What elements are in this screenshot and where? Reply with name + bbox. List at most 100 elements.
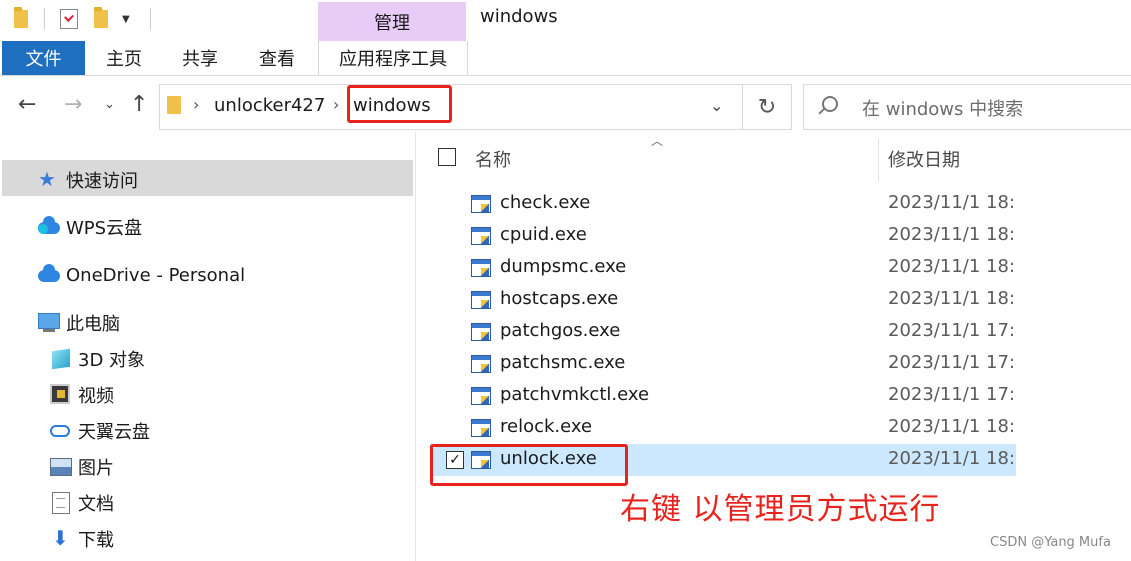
- file-row[interactable]: dumpsmc.exe 2023/11/1 18:1: [430, 252, 1016, 284]
- breadcrumb-unlocker427[interactable]: unlocker427: [214, 95, 325, 116]
- nav-item-label: OneDrive - Personal: [66, 264, 246, 286]
- file-row[interactable]: patchsmc.exe 2023/11/1 17:4: [430, 348, 1016, 380]
- executable-icon: [471, 355, 491, 373]
- file-date: 2023/11/1 17:4: [888, 384, 1016, 405]
- onedrive-cloud-icon: [38, 264, 60, 282]
- refresh-icon[interactable]: ↻: [742, 84, 792, 130]
- nav-item-label: 快速访问: [66, 171, 138, 192]
- chevron-right-icon[interactable]: ›: [333, 95, 339, 114]
- nav-item-label: WPS云盘: [66, 218, 143, 239]
- file-name: patchvmkctl.exe: [500, 384, 650, 405]
- file-name: hostcaps.exe: [500, 288, 619, 309]
- column-header-name[interactable]: 名称: [475, 146, 511, 172]
- nav-item-label: 3D 对象: [78, 350, 146, 371]
- video-icon: [50, 384, 70, 404]
- ribbon-divider: [0, 75, 1131, 76]
- sort-ascending-icon: ︿: [651, 134, 664, 148]
- tab-label: 共享: [182, 49, 218, 70]
- nav-item-label: 视频: [78, 386, 114, 407]
- folder-icon: [167, 96, 181, 114]
- tab-label: 文件: [25, 49, 62, 70]
- chevron-down-icon[interactable]: ⌄: [710, 96, 723, 115]
- file-row[interactable]: patchgos.exe 2023/11/1 17:4: [430, 316, 1016, 348]
- window-title: windows: [480, 6, 558, 27]
- file-name: relock.exe: [500, 416, 593, 437]
- column-divider[interactable]: [878, 138, 879, 182]
- annotation-text: 右键 以管理员方式运行: [620, 492, 941, 527]
- tab-label: 主页: [106, 49, 142, 70]
- executable-icon: [471, 291, 491, 309]
- file-row[interactable]: check.exe 2023/11/1 18:1: [430, 188, 1016, 220]
- nav-item-3d-objects[interactable]: 3D 对象: [50, 346, 145, 372]
- tab-view[interactable]: 查看: [245, 41, 309, 75]
- nav-item-documents[interactable]: 文档: [50, 490, 114, 516]
- manage-tab-group: 管理: [318, 2, 466, 42]
- download-icon: ⬇: [52, 526, 69, 550]
- file-date: 2023/11/1 18:1: [888, 224, 1016, 245]
- watermark: CSDN @Yang Mufa: [990, 535, 1111, 550]
- executable-icon: [471, 419, 491, 437]
- tab-share[interactable]: 共享: [168, 41, 232, 75]
- nav-item-label: 图片: [78, 458, 114, 479]
- file-name: cpuid.exe: [500, 224, 587, 245]
- nav-item-pictures[interactable]: 图片: [50, 454, 114, 480]
- nav-item-wps-cloud[interactable]: WPS云盘: [38, 214, 142, 240]
- file-date: 2023/11/1 18:1: [888, 256, 1016, 277]
- folder-icon[interactable]: [14, 7, 28, 28]
- file-date: 2023/11/1 18:1: [888, 288, 1016, 309]
- cloud-icon: [38, 216, 60, 234]
- file-name: dumpsmc.exe: [500, 256, 627, 277]
- search-placeholder: 在 windows 中搜索: [862, 99, 1024, 120]
- nav-item-label: 此电脑: [66, 314, 120, 335]
- properties-icon[interactable]: [60, 9, 78, 29]
- executable-icon: [471, 227, 491, 245]
- executable-icon: [471, 195, 491, 213]
- manage-label: 管理: [374, 13, 410, 34]
- file-row[interactable]: relock.exe 2023/11/1 18:1: [430, 412, 1016, 444]
- up-arrow-icon[interactable]: ↑: [130, 92, 148, 117]
- back-arrow-icon[interactable]: ←: [18, 92, 36, 117]
- computer-icon: [38, 313, 60, 332]
- executable-icon: [471, 259, 491, 277]
- file-row[interactable]: cpuid.exe 2023/11/1 18:1: [430, 220, 1016, 252]
- highlight-box: [347, 85, 452, 123]
- file-date: 2023/11/1 17:4: [888, 352, 1016, 373]
- file-date: 2023/11/1 18:1: [888, 192, 1016, 213]
- tianyi-cloud-icon: [50, 425, 70, 437]
- executable-icon: [471, 387, 491, 405]
- nav-item-downloads[interactable]: ⬇ 下载: [50, 526, 114, 552]
- file-name: patchsmc.exe: [500, 352, 626, 373]
- toolbar-divider: [44, 8, 45, 30]
- column-header-date[interactable]: 修改日期: [888, 146, 960, 172]
- nav-item-label: 下载: [78, 530, 114, 551]
- pictures-icon: [50, 458, 72, 476]
- file-row[interactable]: hostcaps.exe 2023/11/1 18:1: [430, 284, 1016, 316]
- nav-item-quick-access[interactable]: ★ 快速访问: [38, 167, 138, 193]
- select-all-checkbox[interactable]: [438, 148, 456, 166]
- file-date: 2023/11/1 18:1: [888, 448, 1016, 469]
- tab-file[interactable]: 文件: [2, 41, 85, 75]
- nav-item-tianyi-cloud[interactable]: 天翼云盘: [50, 418, 150, 444]
- new-folder-icon[interactable]: [94, 7, 108, 28]
- nav-item-this-pc[interactable]: 此电脑: [38, 310, 120, 336]
- tab-application-tools[interactable]: 应用程序工具: [318, 41, 468, 75]
- file-date: 2023/11/1 17:4: [888, 320, 1016, 341]
- cube-icon: [52, 348, 70, 370]
- file-name: check.exe: [500, 192, 591, 213]
- file-row[interactable]: patchvmkctl.exe 2023/11/1 17:4: [430, 380, 1016, 412]
- pane-splitter[interactable]: [415, 132, 416, 561]
- highlight-box: [430, 444, 628, 486]
- tab-home[interactable]: 主页: [92, 41, 156, 75]
- documents-icon: [52, 492, 70, 514]
- nav-item-label: 天翼云盘: [78, 422, 150, 443]
- nav-item-videos[interactable]: 视频: [50, 382, 114, 408]
- search-icon: [822, 96, 838, 112]
- tab-label: 应用程序工具: [339, 49, 447, 70]
- recent-locations-chevron-icon[interactable]: ⌄: [104, 97, 115, 112]
- customize-toolbar-icon[interactable]: ▼: [122, 14, 130, 25]
- tab-label: 查看: [259, 49, 295, 70]
- chevron-right-icon[interactable]: ›: [193, 95, 199, 114]
- forward-arrow-icon[interactable]: →: [64, 92, 82, 117]
- nav-item-onedrive[interactable]: OneDrive - Personal: [38, 262, 245, 288]
- star-icon: ★: [38, 167, 56, 191]
